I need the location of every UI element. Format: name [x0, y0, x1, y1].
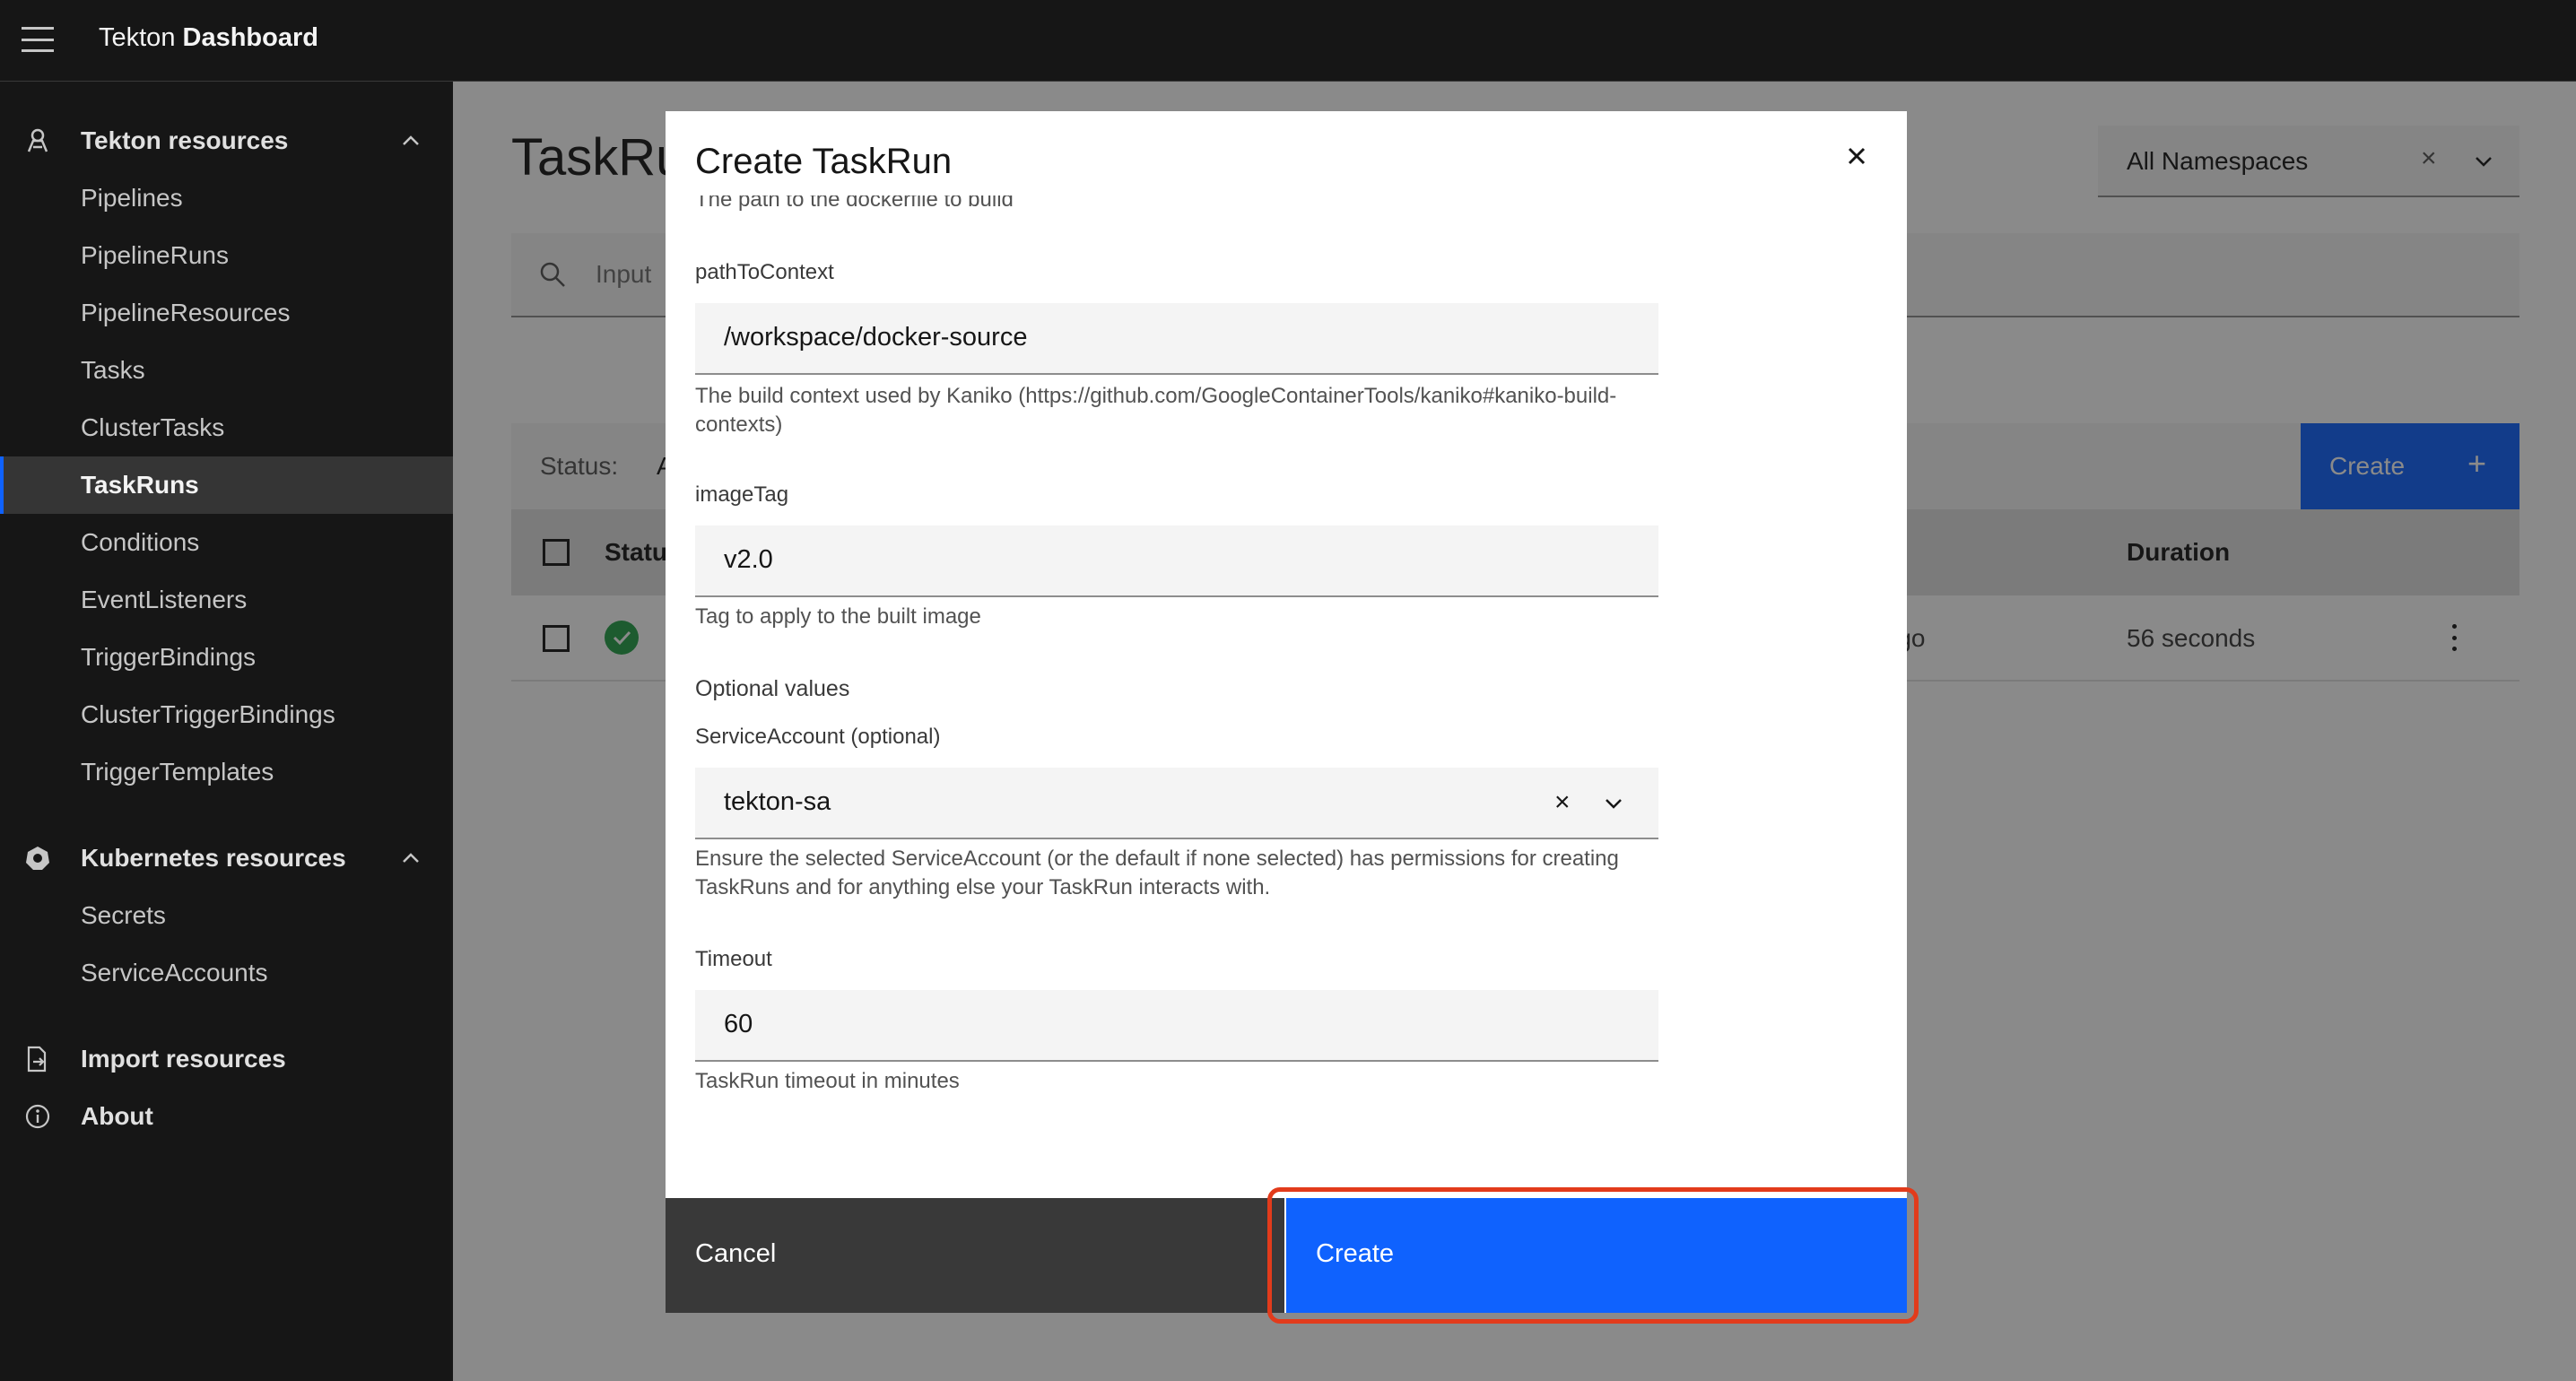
nav-category-label: Kubernetes resources: [81, 844, 346, 872]
scrolled-help-text: The path to the dockerfile to build: [695, 195, 1014, 212]
sidebar-item-tasks[interactable]: Tasks: [0, 342, 453, 399]
sidebar-item-triggertemplates[interactable]: TriggerTemplates: [0, 743, 453, 801]
brand-bold: Dashboard: [182, 23, 318, 52]
modal-title: Create TaskRun: [695, 142, 953, 181]
sidebar-item-triggerbindings[interactable]: TriggerBindings: [0, 629, 453, 686]
app-brand[interactable]: Tekton Dashboard: [99, 23, 318, 53]
field-label-timeout: Timeout: [695, 947, 772, 971]
sidebar-item-clustertasks[interactable]: ClusterTasks: [0, 399, 453, 456]
sidebar-item-clustertriggerbindings[interactable]: ClusterTriggerBindings: [0, 686, 453, 743]
create-taskrun-modal: Create TaskRun The path to the dockerfil…: [666, 111, 1907, 1313]
nav-category-tekton[interactable]: Tekton resources: [0, 112, 453, 169]
field-label-serviceaccount: ServiceAccount (optional): [695, 725, 941, 749]
pathtocontext-help: The build context used by Kaniko (https:…: [695, 384, 1617, 437]
imagetag-help: Tag to apply to the built image: [695, 604, 981, 629]
input-value: tekton-sa: [724, 787, 831, 816]
chevron-up-icon: [403, 135, 419, 145]
cancel-label: Cancel: [695, 1239, 777, 1268]
info-icon: [23, 1102, 52, 1131]
imagetag-input[interactable]: v2.0: [695, 525, 1658, 597]
sidebar-item-pipelines[interactable]: Pipelines: [0, 169, 453, 227]
tekton-icon: [23, 126, 52, 155]
cancel-button[interactable]: Cancel: [666, 1198, 1284, 1313]
app-header: Tekton Dashboard: [0, 0, 2576, 82]
nav-import-resources[interactable]: Import resources: [0, 1030, 453, 1088]
import-icon: [23, 1045, 52, 1073]
serviceaccount-help: Ensure the selected ServiceAccount (or t…: [695, 847, 1619, 899]
timeout-input[interactable]: 60: [695, 990, 1658, 1062]
serviceaccount-combobox[interactable]: tekton-sa ×: [695, 768, 1658, 839]
kubernetes-icon: [23, 844, 52, 873]
sidebar-item-taskruns[interactable]: TaskRuns: [0, 456, 453, 514]
nav-about[interactable]: About: [0, 1088, 453, 1145]
close-icon[interactable]: [1841, 140, 1873, 172]
nav-item-label: Import resources: [81, 1045, 286, 1073]
sidebar-item-conditions[interactable]: Conditions: [0, 514, 453, 571]
nav-category-kubernetes[interactable]: Kubernetes resources: [0, 829, 453, 887]
input-value: /workspace/docker-source: [724, 323, 1028, 352]
highlight-annotation: [1267, 1187, 1919, 1324]
close-icon[interactable]: ×: [1554, 787, 1571, 818]
chevron-up-icon: [403, 853, 419, 863]
pathtocontext-input[interactable]: /workspace/docker-source: [695, 303, 1658, 375]
sidebar-item-pipelineruns[interactable]: PipelineRuns: [0, 227, 453, 284]
field-label-pathtocontext: pathToContext: [695, 260, 834, 284]
brand-prefix: Tekton: [99, 23, 183, 52]
field-label-imagetag: imageTag: [695, 482, 789, 507]
sidebar-item-pipelineresources[interactable]: PipelineResources: [0, 284, 453, 342]
nav-item-label: About: [81, 1102, 153, 1130]
menu-icon[interactable]: [22, 25, 54, 54]
sidebar-item-eventlisteners[interactable]: EventListeners: [0, 571, 453, 629]
sidebar-item-secrets[interactable]: Secrets: [0, 887, 453, 944]
timeout-help: TaskRun timeout in minutes: [695, 1069, 960, 1093]
chevron-down-icon[interactable]: [1603, 793, 1624, 814]
nav-category-label: Tekton resources: [81, 126, 289, 154]
input-value: v2.0: [724, 545, 773, 574]
sidebar-item-serviceaccounts[interactable]: ServiceAccounts: [0, 944, 453, 1002]
optional-values-heading: Optional values: [695, 676, 850, 701]
side-nav: Tekton resources Pipelines PipelineRuns …: [0, 82, 453, 1381]
input-value: 60: [724, 1010, 753, 1038]
